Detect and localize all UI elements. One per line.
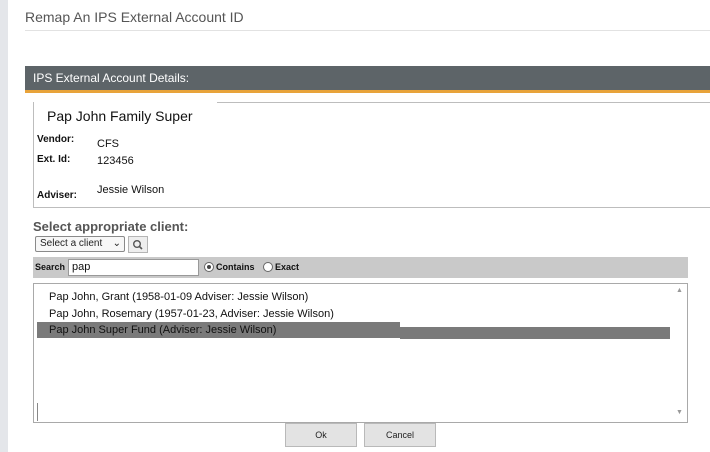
search-bar: Search pap Contains Exact — [33, 257, 688, 278]
vendor-label: Vendor: — [37, 134, 75, 145]
left-rail — [0, 0, 8, 452]
title-divider — [25, 30, 710, 31]
ext-id-label: Ext. Id: — [37, 154, 71, 165]
account-details-box: Pap John Family Super Vendor: CFS Ext. I… — [33, 102, 710, 208]
select-client-heading: Select appropriate client: — [33, 219, 189, 234]
ok-button[interactable]: Ok — [285, 423, 357, 447]
search-button[interactable] — [128, 236, 148, 253]
exact-radio-label: Exact — [275, 262, 300, 272]
list-scrollbar[interactable]: ▲ ▼ — [673, 284, 687, 420]
magnifier-icon — [132, 240, 143, 250]
scroll-up-icon[interactable]: ▲ — [676, 287, 683, 294]
account-details-panel: IPS External Account Details: Pap John F… — [25, 66, 710, 452]
adviser-label: Adviser: — [37, 190, 78, 201]
panel-header: IPS External Account Details: — [25, 66, 710, 90]
list-inner-edge — [37, 403, 38, 421]
list-item[interactable]: Pap John, Grant (1958-01-09 Adviser: Jes… — [37, 289, 308, 305]
search-input[interactable]: pap — [68, 259, 199, 276]
exact-radio[interactable] — [263, 262, 273, 272]
adviser-value: Jessie Wilson — [97, 184, 165, 196]
search-label: Search — [35, 262, 66, 272]
vendor-value: CFS — [97, 138, 119, 150]
list-item-selected[interactable]: Pap John Super Fund (Adviser: Jessie Wil… — [37, 322, 400, 338]
scroll-down-icon[interactable]: ▼ — [676, 409, 683, 416]
selection-highlight — [400, 327, 670, 339]
client-results-list[interactable]: Pap John, Grant (1958-01-09 Adviser: Jes… — [33, 283, 688, 423]
cancel-button[interactable]: Cancel — [364, 423, 436, 447]
page-title: Remap An IPS External Account ID — [25, 9, 244, 25]
account-name: Pap John Family Super — [47, 108, 193, 124]
list-item[interactable]: Pap John, Rosemary (1957-01-23, Adviser:… — [37, 306, 334, 322]
chevron-down-icon: ⌄ — [112, 238, 121, 249]
details-top-rule — [217, 102, 710, 103]
contains-radio[interactable] — [204, 262, 214, 272]
contains-radio-label: Contains — [216, 262, 255, 272]
client-dropdown-value: Select a client — [40, 238, 103, 249]
client-dropdown[interactable]: Select a client ⌄ — [35, 236, 125, 252]
ext-id-value: 123456 — [97, 155, 134, 167]
